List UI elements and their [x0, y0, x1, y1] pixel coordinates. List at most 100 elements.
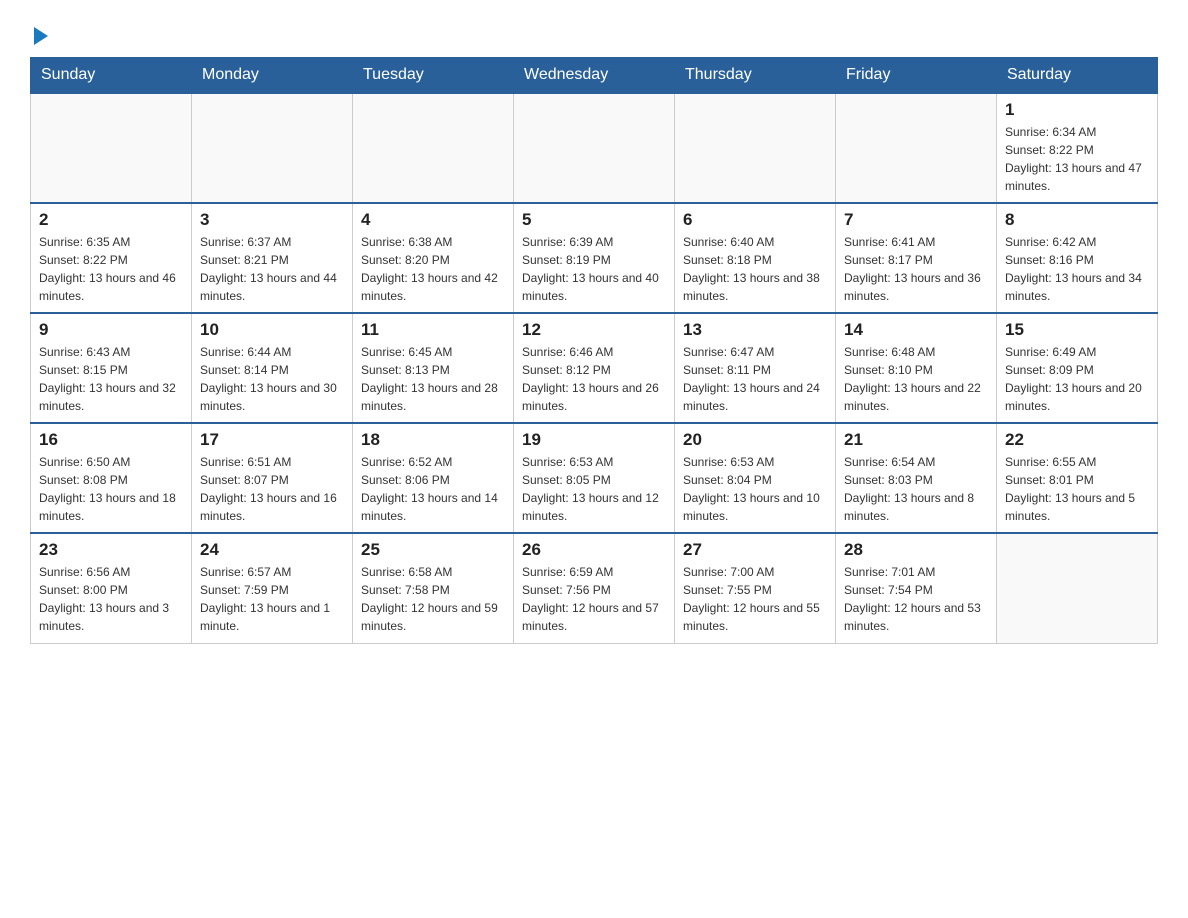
day-number: 2	[39, 210, 183, 230]
day-info: Sunrise: 6:46 AM Sunset: 8:12 PM Dayligh…	[522, 343, 666, 415]
day-number: 24	[200, 540, 344, 560]
day-info: Sunrise: 6:35 AM Sunset: 8:22 PM Dayligh…	[39, 233, 183, 305]
day-number: 19	[522, 430, 666, 450]
day-number: 23	[39, 540, 183, 560]
day-info: Sunrise: 6:43 AM Sunset: 8:15 PM Dayligh…	[39, 343, 183, 415]
day-info: Sunrise: 6:58 AM Sunset: 7:58 PM Dayligh…	[361, 563, 505, 635]
day-number: 18	[361, 430, 505, 450]
day-info: Sunrise: 6:54 AM Sunset: 8:03 PM Dayligh…	[844, 453, 988, 525]
day-number: 12	[522, 320, 666, 340]
day-info: Sunrise: 6:38 AM Sunset: 8:20 PM Dayligh…	[361, 233, 505, 305]
logo-arrow-icon	[34, 27, 48, 45]
calendar-day-cell	[31, 93, 192, 203]
calendar-day-cell: 12 Sunrise: 6:46 AM Sunset: 8:12 PM Dayli…	[514, 313, 675, 423]
calendar-day-cell: 18 Sunrise: 6:52 AM Sunset: 8:06 PM Dayli…	[353, 423, 514, 533]
calendar-day-cell	[514, 93, 675, 203]
day-number: 25	[361, 540, 505, 560]
day-info: Sunrise: 6:41 AM Sunset: 8:17 PM Dayligh…	[844, 233, 988, 305]
day-info: Sunrise: 6:55 AM Sunset: 8:01 PM Dayligh…	[1005, 453, 1149, 525]
calendar-day-cell: 23 Sunrise: 6:56 AM Sunset: 8:00 PM Dayli…	[31, 533, 192, 643]
calendar-day-cell: 4 Sunrise: 6:38 AM Sunset: 8:20 PM Daylig…	[353, 203, 514, 313]
day-number: 20	[683, 430, 827, 450]
day-number: 28	[844, 540, 988, 560]
calendar-day-cell: 25 Sunrise: 6:58 AM Sunset: 7:58 PM Dayli…	[353, 533, 514, 643]
calendar-day-cell: 24 Sunrise: 6:57 AM Sunset: 7:59 PM Dayli…	[192, 533, 353, 643]
day-number: 16	[39, 430, 183, 450]
calendar-week-row: 9 Sunrise: 6:43 AM Sunset: 8:15 PM Daylig…	[31, 313, 1158, 423]
day-number: 11	[361, 320, 505, 340]
day-info: Sunrise: 6:56 AM Sunset: 8:00 PM Dayligh…	[39, 563, 183, 635]
day-info: Sunrise: 6:48 AM Sunset: 8:10 PM Dayligh…	[844, 343, 988, 415]
day-info: Sunrise: 6:34 AM Sunset: 8:22 PM Dayligh…	[1005, 123, 1149, 195]
day-info: Sunrise: 7:00 AM Sunset: 7:55 PM Dayligh…	[683, 563, 827, 635]
day-number: 15	[1005, 320, 1149, 340]
day-of-week-header: Thursday	[675, 58, 836, 94]
calendar-day-cell	[836, 93, 997, 203]
day-number: 5	[522, 210, 666, 230]
calendar-day-cell: 20 Sunrise: 6:53 AM Sunset: 8:04 PM Dayli…	[675, 423, 836, 533]
calendar-day-cell: 2 Sunrise: 6:35 AM Sunset: 8:22 PM Daylig…	[31, 203, 192, 313]
calendar-day-cell: 28 Sunrise: 7:01 AM Sunset: 7:54 PM Dayli…	[836, 533, 997, 643]
day-of-week-header: Sunday	[31, 58, 192, 94]
day-number: 4	[361, 210, 505, 230]
calendar-header-row: SundayMondayTuesdayWednesdayThursdayFrid…	[31, 58, 1158, 94]
day-info: Sunrise: 6:40 AM Sunset: 8:18 PM Dayligh…	[683, 233, 827, 305]
day-info: Sunrise: 6:47 AM Sunset: 8:11 PM Dayligh…	[683, 343, 827, 415]
day-info: Sunrise: 6:57 AM Sunset: 7:59 PM Dayligh…	[200, 563, 344, 635]
calendar-week-row: 2 Sunrise: 6:35 AM Sunset: 8:22 PM Daylig…	[31, 203, 1158, 313]
day-number: 9	[39, 320, 183, 340]
day-number: 8	[1005, 210, 1149, 230]
calendar-day-cell: 27Sunrise: 7:00 AM Sunset: 7:55 PM Dayli…	[675, 533, 836, 643]
day-number: 21	[844, 430, 988, 450]
day-of-week-header: Wednesday	[514, 58, 675, 94]
day-number: 22	[1005, 430, 1149, 450]
calendar-day-cell: 5 Sunrise: 6:39 AM Sunset: 8:19 PM Daylig…	[514, 203, 675, 313]
calendar-day-cell: 10 Sunrise: 6:44 AM Sunset: 8:14 PM Dayli…	[192, 313, 353, 423]
day-of-week-header: Monday	[192, 58, 353, 94]
day-info: Sunrise: 6:52 AM Sunset: 8:06 PM Dayligh…	[361, 453, 505, 525]
day-number: 17	[200, 430, 344, 450]
day-info: Sunrise: 6:44 AM Sunset: 8:14 PM Dayligh…	[200, 343, 344, 415]
day-number: 14	[844, 320, 988, 340]
day-info: Sunrise: 6:51 AM Sunset: 8:07 PM Dayligh…	[200, 453, 344, 525]
calendar-day-cell: 1 Sunrise: 6:34 AM Sunset: 8:22 PM Daylig…	[997, 93, 1158, 203]
calendar-day-cell: 22 Sunrise: 6:55 AM Sunset: 8:01 PM Dayli…	[997, 423, 1158, 533]
day-info: Sunrise: 6:53 AM Sunset: 8:04 PM Dayligh…	[683, 453, 827, 525]
logo	[30, 20, 48, 47]
calendar-week-row: 16 Sunrise: 6:50 AM Sunset: 8:08 PM Dayli…	[31, 423, 1158, 533]
day-number: 1	[1005, 100, 1149, 120]
day-info: Sunrise: 7:01 AM Sunset: 7:54 PM Dayligh…	[844, 563, 988, 635]
day-number: 13	[683, 320, 827, 340]
day-of-week-header: Tuesday	[353, 58, 514, 94]
calendar-day-cell: 16 Sunrise: 6:50 AM Sunset: 8:08 PM Dayli…	[31, 423, 192, 533]
calendar-day-cell: 6 Sunrise: 6:40 AM Sunset: 8:18 PM Daylig…	[675, 203, 836, 313]
day-info: Sunrise: 6:42 AM Sunset: 8:16 PM Dayligh…	[1005, 233, 1149, 305]
calendar-day-cell: 3Sunrise: 6:37 AM Sunset: 8:21 PM Daylig…	[192, 203, 353, 313]
day-number: 7	[844, 210, 988, 230]
calendar-day-cell: 17 Sunrise: 6:51 AM Sunset: 8:07 PM Dayli…	[192, 423, 353, 533]
calendar-day-cell: 14 Sunrise: 6:48 AM Sunset: 8:10 PM Dayli…	[836, 313, 997, 423]
calendar-day-cell	[997, 533, 1158, 643]
calendar-table: SundayMondayTuesdayWednesdayThursdayFrid…	[30, 57, 1158, 644]
day-info: Sunrise: 6:53 AM Sunset: 8:05 PM Dayligh…	[522, 453, 666, 525]
calendar-day-cell: 7 Sunrise: 6:41 AM Sunset: 8:17 PM Daylig…	[836, 203, 997, 313]
day-of-week-header: Friday	[836, 58, 997, 94]
day-info: Sunrise: 6:39 AM Sunset: 8:19 PM Dayligh…	[522, 233, 666, 305]
day-info: Sunrise: 6:50 AM Sunset: 8:08 PM Dayligh…	[39, 453, 183, 525]
calendar-day-cell	[675, 93, 836, 203]
day-number: 10	[200, 320, 344, 340]
calendar-week-row: 1 Sunrise: 6:34 AM Sunset: 8:22 PM Daylig…	[31, 93, 1158, 203]
calendar-day-cell	[353, 93, 514, 203]
day-number: 3	[200, 210, 344, 230]
day-info: Sunrise: 6:45 AM Sunset: 8:13 PM Dayligh…	[361, 343, 505, 415]
logo-text	[30, 20, 48, 47]
day-number: 26	[522, 540, 666, 560]
page-header	[30, 20, 1158, 47]
day-of-week-header: Saturday	[997, 58, 1158, 94]
calendar-day-cell	[192, 93, 353, 203]
day-number: 6	[683, 210, 827, 230]
calendar-day-cell: 19 Sunrise: 6:53 AM Sunset: 8:05 PM Dayli…	[514, 423, 675, 533]
calendar-day-cell: 26Sunrise: 6:59 AM Sunset: 7:56 PM Dayli…	[514, 533, 675, 643]
calendar-day-cell: 11 Sunrise: 6:45 AM Sunset: 8:13 PM Dayli…	[353, 313, 514, 423]
calendar-day-cell: 15Sunrise: 6:49 AM Sunset: 8:09 PM Dayli…	[997, 313, 1158, 423]
